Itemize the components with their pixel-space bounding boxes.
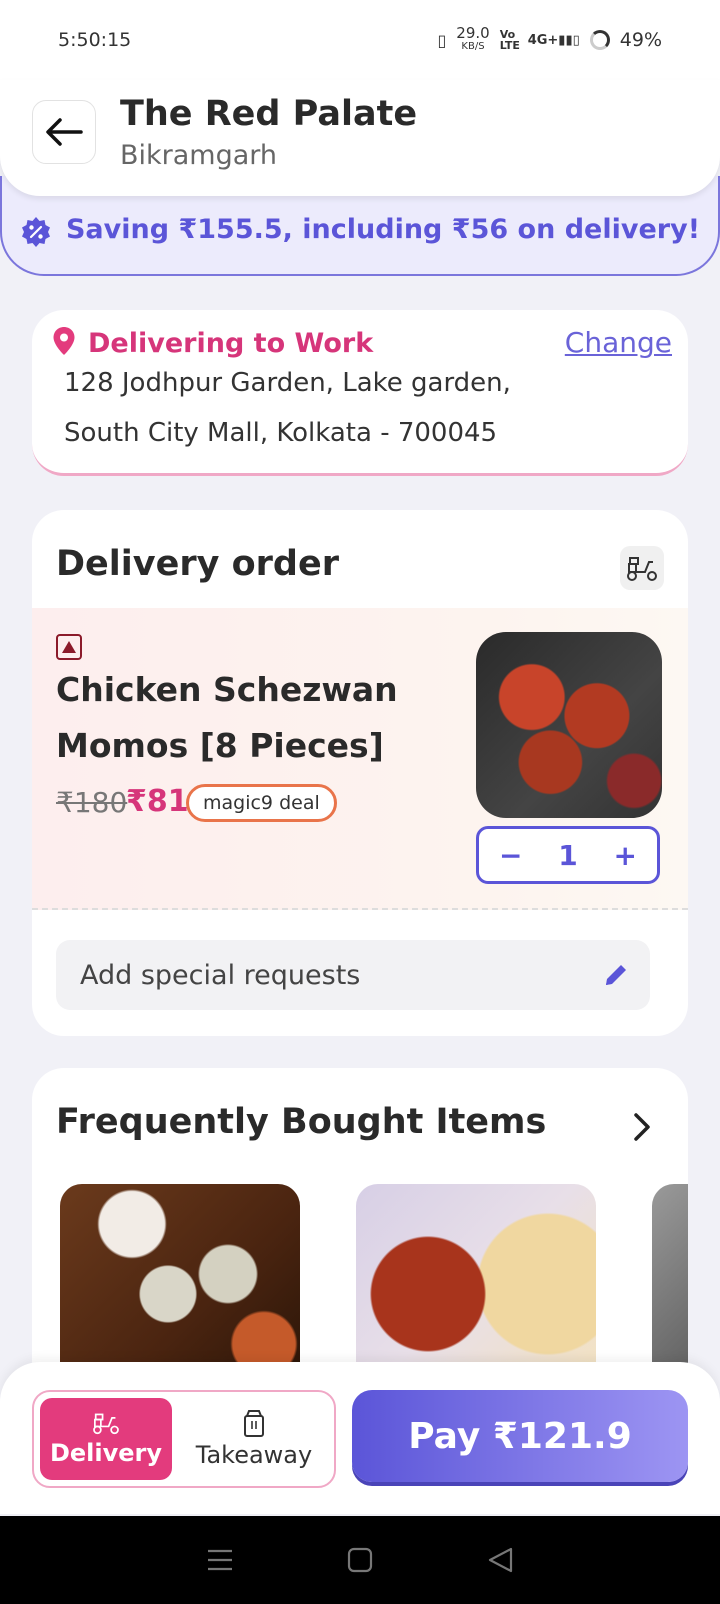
restaurant-location: Bikramgarh	[120, 140, 278, 171]
order-mode-toggle: Delivery Takeaway	[32, 1390, 336, 1488]
item-name-line-1: Chicken Schezwan	[56, 670, 398, 709]
scooter-icon	[93, 1413, 119, 1435]
non-veg-icon	[56, 634, 82, 660]
takeaway-bag-icon	[244, 1410, 264, 1437]
restaurant-name: The Red Palate	[120, 94, 418, 134]
address-line-2: South City Mall, Kolkata - 700045	[64, 418, 498, 448]
suggested-item-image[interactable]	[356, 1184, 596, 1384]
quantity-stepper: − 1 +	[476, 826, 660, 884]
back-triangle-icon[interactable]	[487, 1547, 513, 1573]
location-pin-icon	[53, 327, 75, 355]
frequently-bought-title: Frequently Bought Items	[56, 1102, 547, 1142]
status-icons: ▯ 29.0 KB/S Vo LTE 4G+▮▮▯ 49%	[437, 24, 662, 53]
delivery-address-card: Delivering to Work Change 128 Jodhpur Ga…	[32, 310, 688, 476]
delivery-mode-button[interactable]: Delivery	[40, 1398, 172, 1480]
discount-badge-icon	[21, 217, 50, 247]
menu-icon[interactable]	[207, 1548, 233, 1572]
special-requests-label: Add special requests	[80, 959, 361, 991]
address-title: Delivering to Work	[88, 328, 374, 359]
edit-pencil-icon	[606, 965, 626, 985]
order-title: Delivery order	[56, 544, 339, 584]
scooter-icon	[620, 546, 664, 590]
decrease-qty-button[interactable]: −	[499, 839, 522, 872]
takeaway-mode-label: Takeaway	[195, 1441, 313, 1469]
volte-indicator: Vo LTE	[499, 28, 520, 52]
suggested-item-image[interactable]	[60, 1184, 300, 1384]
change-address-link[interactable]: Change	[565, 326, 672, 359]
signal-icon: 4G+▮▮▯	[527, 32, 580, 48]
special-requests-field[interactable]: Add special requests	[56, 940, 650, 1010]
checkout-bar: Delivery Takeaway Pay ₹121.9	[0, 1362, 720, 1514]
delivery-order-card: Delivery order Chicken Schezwan Momos [8…	[32, 510, 688, 1036]
system-nav-bar	[0, 1516, 720, 1604]
chevron-right-icon[interactable]	[632, 1112, 652, 1142]
arrow-left-icon	[46, 118, 83, 146]
pay-button[interactable]: Pay ₹121.9	[352, 1390, 688, 1482]
vibrate-icon: ▯	[437, 30, 447, 50]
savings-text: Saving ₹155.5, including ₹56 on delivery…	[65, 214, 701, 245]
battery-icon	[589, 30, 610, 50]
battery-percent: 49%	[619, 29, 662, 51]
item-name-line-2: Momos [8 Pieces]	[56, 726, 384, 765]
increase-qty-button[interactable]: +	[614, 839, 637, 872]
item-original-price: ₹180	[56, 786, 128, 819]
cart-item-row: Chicken Schezwan Momos [8 Pieces] ₹180 ₹…	[32, 608, 688, 910]
net-speed: 29.0 KB/S	[456, 24, 490, 53]
item-image	[476, 632, 662, 818]
status-time: 5:50:15	[58, 29, 132, 51]
quantity-value: 1	[558, 838, 578, 872]
home-icon[interactable]	[347, 1547, 373, 1573]
address-line-1: 128 Jodhpur Garden, Lake garden,	[64, 368, 511, 398]
deal-badge: magic9 deal	[186, 784, 337, 822]
back-button[interactable]	[32, 100, 96, 164]
item-discounted-price: ₹81	[126, 784, 189, 819]
status-bar: 5:50:15 ▯ 29.0 KB/S Vo LTE 4G+▮▮▯ 49%	[0, 0, 720, 80]
takeaway-mode-button[interactable]: Takeaway	[180, 1398, 328, 1480]
delivery-mode-label: Delivery	[49, 1439, 163, 1467]
suggested-item-image[interactable]	[652, 1184, 688, 1384]
restaurant-header: The Red Palate Bikramgarh	[0, 80, 720, 196]
